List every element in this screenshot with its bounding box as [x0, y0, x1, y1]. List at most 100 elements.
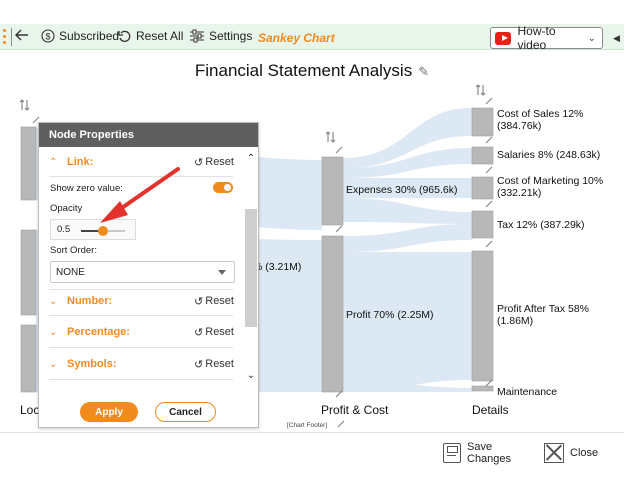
sankey-link	[343, 224, 472, 252]
sankey-node-left-1	[20, 126, 37, 201]
percentage-reset-button[interactable]: ↺ Reset	[194, 326, 234, 339]
node-label-line: (1.86M)	[497, 315, 534, 327]
node-label-revenue: % (3.21M)	[253, 261, 302, 273]
sankey-node-cost-of-sales	[471, 107, 494, 137]
node-label-cost-of-sales: Cost of Sales 12% (384.76k)	[497, 108, 583, 132]
opacity-control: 0.5	[50, 219, 136, 240]
reset-icon: ↺	[194, 156, 204, 169]
reset-label: Reset	[205, 295, 234, 307]
symbols-section-title: Symbols:	[67, 358, 117, 370]
edit-node-icon	[485, 240, 493, 248]
reset-icon: ↺	[194, 358, 204, 371]
node-label-maintenance: Maintenance	[497, 386, 558, 398]
dropdown-caret-icon	[218, 270, 226, 275]
axis-label-loc: Loc	[20, 403, 40, 417]
node-label-profit-after-tax: Profit After Tax 58% (1.86M)	[497, 303, 589, 327]
link-reset-button[interactable]: ↺ Reset	[194, 156, 234, 169]
scroll-down-icon[interactable]: ⌄	[245, 370, 257, 381]
link-section-header[interactable]: ⌃ Link: ↺ Reset	[49, 152, 234, 172]
divider	[49, 347, 233, 348]
reset-icon: ↺	[194, 326, 204, 339]
reset-label: Reset	[205, 326, 234, 338]
chevron-down-icon: ⌄	[49, 326, 58, 338]
save-icon	[443, 443, 461, 463]
node-label-tax: Tax 12% (387.29k)	[497, 219, 585, 231]
opacity-label: Opacity	[50, 203, 83, 214]
opacity-value: 0.5	[57, 224, 71, 235]
sankey-node-expenses	[321, 156, 344, 226]
sankey-link	[343, 252, 472, 392]
sort-icon	[19, 99, 25, 110]
edit-node-icon	[485, 136, 493, 144]
sankey-node-profit	[321, 235, 344, 393]
number-section-header[interactable]: ⌄ Number: ↺ Reset	[49, 291, 234, 311]
node-label-line: Cost of Marketing 10%	[497, 175, 604, 187]
sankey-node-maintenance	[471, 385, 494, 392]
divider	[49, 176, 233, 177]
symbols-section-header[interactable]: ⌄ Symbols: ↺ Reset	[49, 354, 234, 374]
divider	[49, 379, 233, 380]
edit-node-icon	[485, 200, 493, 208]
chevron-down-icon: ⌄	[49, 358, 58, 370]
sort-icon	[325, 131, 331, 142]
axis-label-profit-cost: Profit & Cost	[321, 403, 389, 417]
link-section-title: Link:	[67, 156, 94, 168]
panel-scrollbar[interactable]: ⌃ ⌄	[245, 153, 257, 381]
node-label-line: (332.21k)	[497, 187, 542, 199]
opacity-slider-track[interactable]	[81, 226, 125, 236]
edit-footer-icon	[337, 420, 345, 428]
chevron-up-icon: ⌃	[49, 156, 58, 168]
edit-node-icon	[335, 146, 343, 154]
percentage-section-title: Percentage:	[67, 326, 130, 338]
save-label-line: Changes	[467, 453, 512, 465]
apply-button[interactable]: Apply	[80, 402, 138, 422]
show-zero-toggle[interactable]	[213, 182, 233, 193]
sort-order-value: NONE	[56, 267, 85, 278]
edit-node-icon	[485, 97, 493, 105]
chevron-down-icon: ⌄	[49, 295, 58, 307]
save-label-line: Save	[467, 441, 493, 453]
cancel-button[interactable]: Cancel	[155, 402, 216, 422]
axis-label-details: Details	[472, 403, 509, 417]
node-label-cost-of-marketing: Cost of Marketing 10% (332.21k)	[497, 175, 603, 199]
sort-icon	[475, 84, 481, 95]
sort-icon	[24, 100, 30, 111]
sankey-node-left-3	[20, 324, 37, 393]
node-label-expenses: Expenses 30% (965.6k)	[346, 184, 458, 196]
sort-order-select[interactable]: NONE	[50, 261, 235, 283]
sort-order-label: Sort Order:	[50, 245, 97, 256]
sankey-node-profit-after-tax	[471, 250, 494, 382]
show-zero-label: Show zero value:	[50, 183, 123, 194]
sankey-node-cost-of-marketing	[471, 176, 494, 200]
scrollbar-thumb[interactable]	[245, 209, 257, 327]
opacity-slider-thumb[interactable]	[98, 226, 108, 236]
panel-header: Node Properties	[39, 123, 258, 147]
reset-icon: ↺	[194, 295, 204, 308]
node-label-profit: Profit 70% (2.25M)	[346, 309, 434, 321]
sort-icon	[330, 132, 336, 143]
edit-node-icon	[335, 225, 343, 233]
node-label-line: Cost of Sales 12%	[497, 108, 584, 120]
sankey-link	[343, 198, 472, 224]
save-label: Save Changes	[467, 441, 511, 465]
reset-label: Reset	[205, 358, 234, 370]
sankey-node-salaries	[471, 146, 494, 165]
sort-icon	[480, 85, 486, 96]
chart-footer[interactable]: [Chart Footer]	[287, 422, 327, 429]
footer-bar: Save Changes Close	[0, 432, 624, 489]
sankey-node-left-2	[20, 229, 37, 316]
node-label-salaries: Salaries 8% (248.63k)	[497, 149, 601, 161]
symbols-reset-button[interactable]: ↺ Reset	[194, 358, 234, 371]
close-button[interactable]: Close	[544, 443, 598, 463]
node-label-line: (384.76k)	[497, 120, 542, 132]
save-changes-button[interactable]: Save Changes	[443, 441, 511, 465]
edit-node-icon	[485, 166, 493, 174]
close-icon	[544, 443, 564, 463]
number-section-title: Number:	[67, 295, 113, 307]
scroll-up-icon[interactable]: ⌃	[245, 153, 257, 164]
number-reset-button[interactable]: ↺ Reset	[194, 295, 234, 308]
sankey-node-tax	[471, 210, 494, 239]
percentage-section-header[interactable]: ⌄ Percentage: ↺ Reset	[49, 322, 234, 342]
divider	[49, 289, 233, 290]
divider	[49, 315, 233, 316]
